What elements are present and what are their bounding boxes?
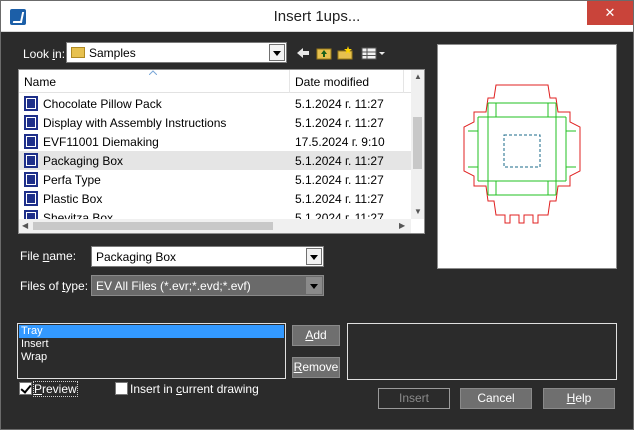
scroll-up-icon[interactable]: ▲ [414, 72, 422, 81]
file-row[interactable]: EVF11001 Diemaking 17.5.2024 г. 9:10 [19, 132, 411, 151]
remove-button[interactable]: Remove [292, 357, 340, 378]
look-in-label: Look in: [23, 47, 66, 61]
chevron-down-icon[interactable] [269, 44, 285, 61]
horizontal-scrollbar[interactable]: ◀ ▶ [19, 219, 411, 233]
description-panel [347, 323, 617, 380]
file-row[interactable]: Perfa Type 5.1.2024 г. 11:27 [19, 170, 411, 189]
file-row-selected[interactable]: Packaging Box 5.1.2024 г. 11:27 [19, 151, 411, 170]
file-list[interactable]: Name Date modified Chocolate Pillow Pack… [18, 69, 425, 234]
insert-button[interactable]: Insert [378, 388, 450, 409]
cut-line [463, 84, 581, 224]
layer-item-wrap[interactable]: Wrap [19, 351, 284, 364]
file-name: Plastic Box [43, 192, 103, 206]
file-name: Chocolate Pillow Pack [43, 97, 162, 111]
file-row[interactable]: Chocolate Pillow Pack 5.1.2024 г. 11:27 [19, 94, 411, 113]
files-of-type-value: EV All Files (*.evr;*.evd;*.evf) [96, 279, 251, 293]
insert-in-current-drawing-checkbox[interactable] [115, 382, 128, 395]
scroll-right-icon[interactable]: ▶ [399, 221, 405, 230]
file-date: 5.1.2024 г. 11:27 [295, 97, 384, 111]
file-row[interactable]: Plastic Box 5.1.2024 г. 11:27 [19, 189, 411, 208]
ev-file-icon [24, 96, 38, 111]
file-name: Perfa Type [43, 173, 101, 187]
crease-line [468, 102, 576, 196]
vertical-scrollbar[interactable]: ▲ ▼ [411, 70, 424, 219]
preview-checkbox[interactable] [19, 382, 32, 395]
column-header-name[interactable]: Name [24, 75, 56, 89]
title-bar: Insert 1ups... ✕ [1, 1, 633, 32]
look-in-value: Samples [89, 46, 136, 60]
perforation-line [503, 134, 541, 168]
column-divider[interactable] [403, 70, 404, 93]
preview-checkbox-label[interactable]: Preview [33, 381, 78, 397]
look-in-combo[interactable]: Samples [66, 42, 287, 63]
box-dieline-preview [463, 84, 581, 224]
up-folder-icon[interactable] [316, 45, 332, 61]
ev-file-icon [24, 115, 38, 130]
ev-file-icon [24, 191, 38, 206]
ev-file-icon [24, 172, 38, 187]
file-date: 5.1.2024 г. 11:27 [295, 192, 384, 206]
folder-icon [71, 47, 85, 58]
preview-panel [437, 44, 617, 269]
files-of-type-combo[interactable]: EV All Files (*.evr;*.evd;*.evf) [91, 275, 324, 296]
insert-in-current-drawing-label[interactable]: Insert in current drawing [130, 382, 259, 396]
file-name-label: File name: [20, 249, 77, 263]
files-of-type-label: Files of type: [20, 279, 89, 293]
layer-list[interactable]: Tray Insert Wrap [17, 323, 286, 379]
file-date: 5.1.2024 г. 11:27 [295, 116, 384, 130]
file-list-header: Name Date modified [19, 70, 424, 93]
chevron-down-icon[interactable] [306, 277, 322, 294]
horizontal-scroll-thumb[interactable] [33, 222, 273, 230]
vertical-scroll-thumb[interactable] [413, 117, 422, 169]
help-button[interactable]: Help [543, 388, 615, 409]
close-button[interactable]: ✕ [587, 1, 633, 25]
file-name: Packaging Box [43, 154, 124, 168]
file-name-value: Packaging Box [96, 250, 177, 264]
file-date: 5.1.2024 г. 11:27 [295, 173, 384, 187]
dialog-title: Insert 1ups... [273, 8, 361, 25]
file-name: Display with Assembly Instructions [43, 116, 227, 130]
layer-item-insert[interactable]: Insert [19, 338, 284, 351]
sort-ascending-icon [149, 70, 157, 75]
file-name-combo[interactable]: Packaging Box [91, 246, 324, 267]
file-date: 17.5.2024 г. 9:10 [295, 135, 385, 149]
insert-1ups-dialog: Insert 1ups... ✕ Look in: Samples Name D… [0, 0, 634, 430]
scroll-left-icon[interactable]: ◀ [22, 221, 28, 230]
back-arrow-icon[interactable] [295, 45, 311, 61]
scroll-down-icon[interactable]: ▼ [414, 207, 422, 216]
add-button[interactable]: Add [292, 325, 340, 346]
file-name: EVF11001 Diemaking [43, 135, 159, 149]
layer-item-tray[interactable]: Tray [19, 325, 284, 338]
chevron-down-icon[interactable] [306, 248, 322, 265]
cancel-button[interactable]: Cancel [460, 388, 532, 409]
new-folder-icon[interactable] [337, 45, 353, 61]
file-date: 5.1.2024 г. 11:27 [295, 154, 384, 168]
column-divider[interactable] [289, 70, 290, 93]
ev-file-icon [24, 153, 38, 168]
view-menu-icon[interactable] [361, 45, 387, 61]
ev-file-icon [24, 134, 38, 149]
column-header-date-modified[interactable]: Date modified [295, 75, 369, 89]
file-row[interactable]: Display with Assembly Instructions 5.1.2… [19, 113, 411, 132]
